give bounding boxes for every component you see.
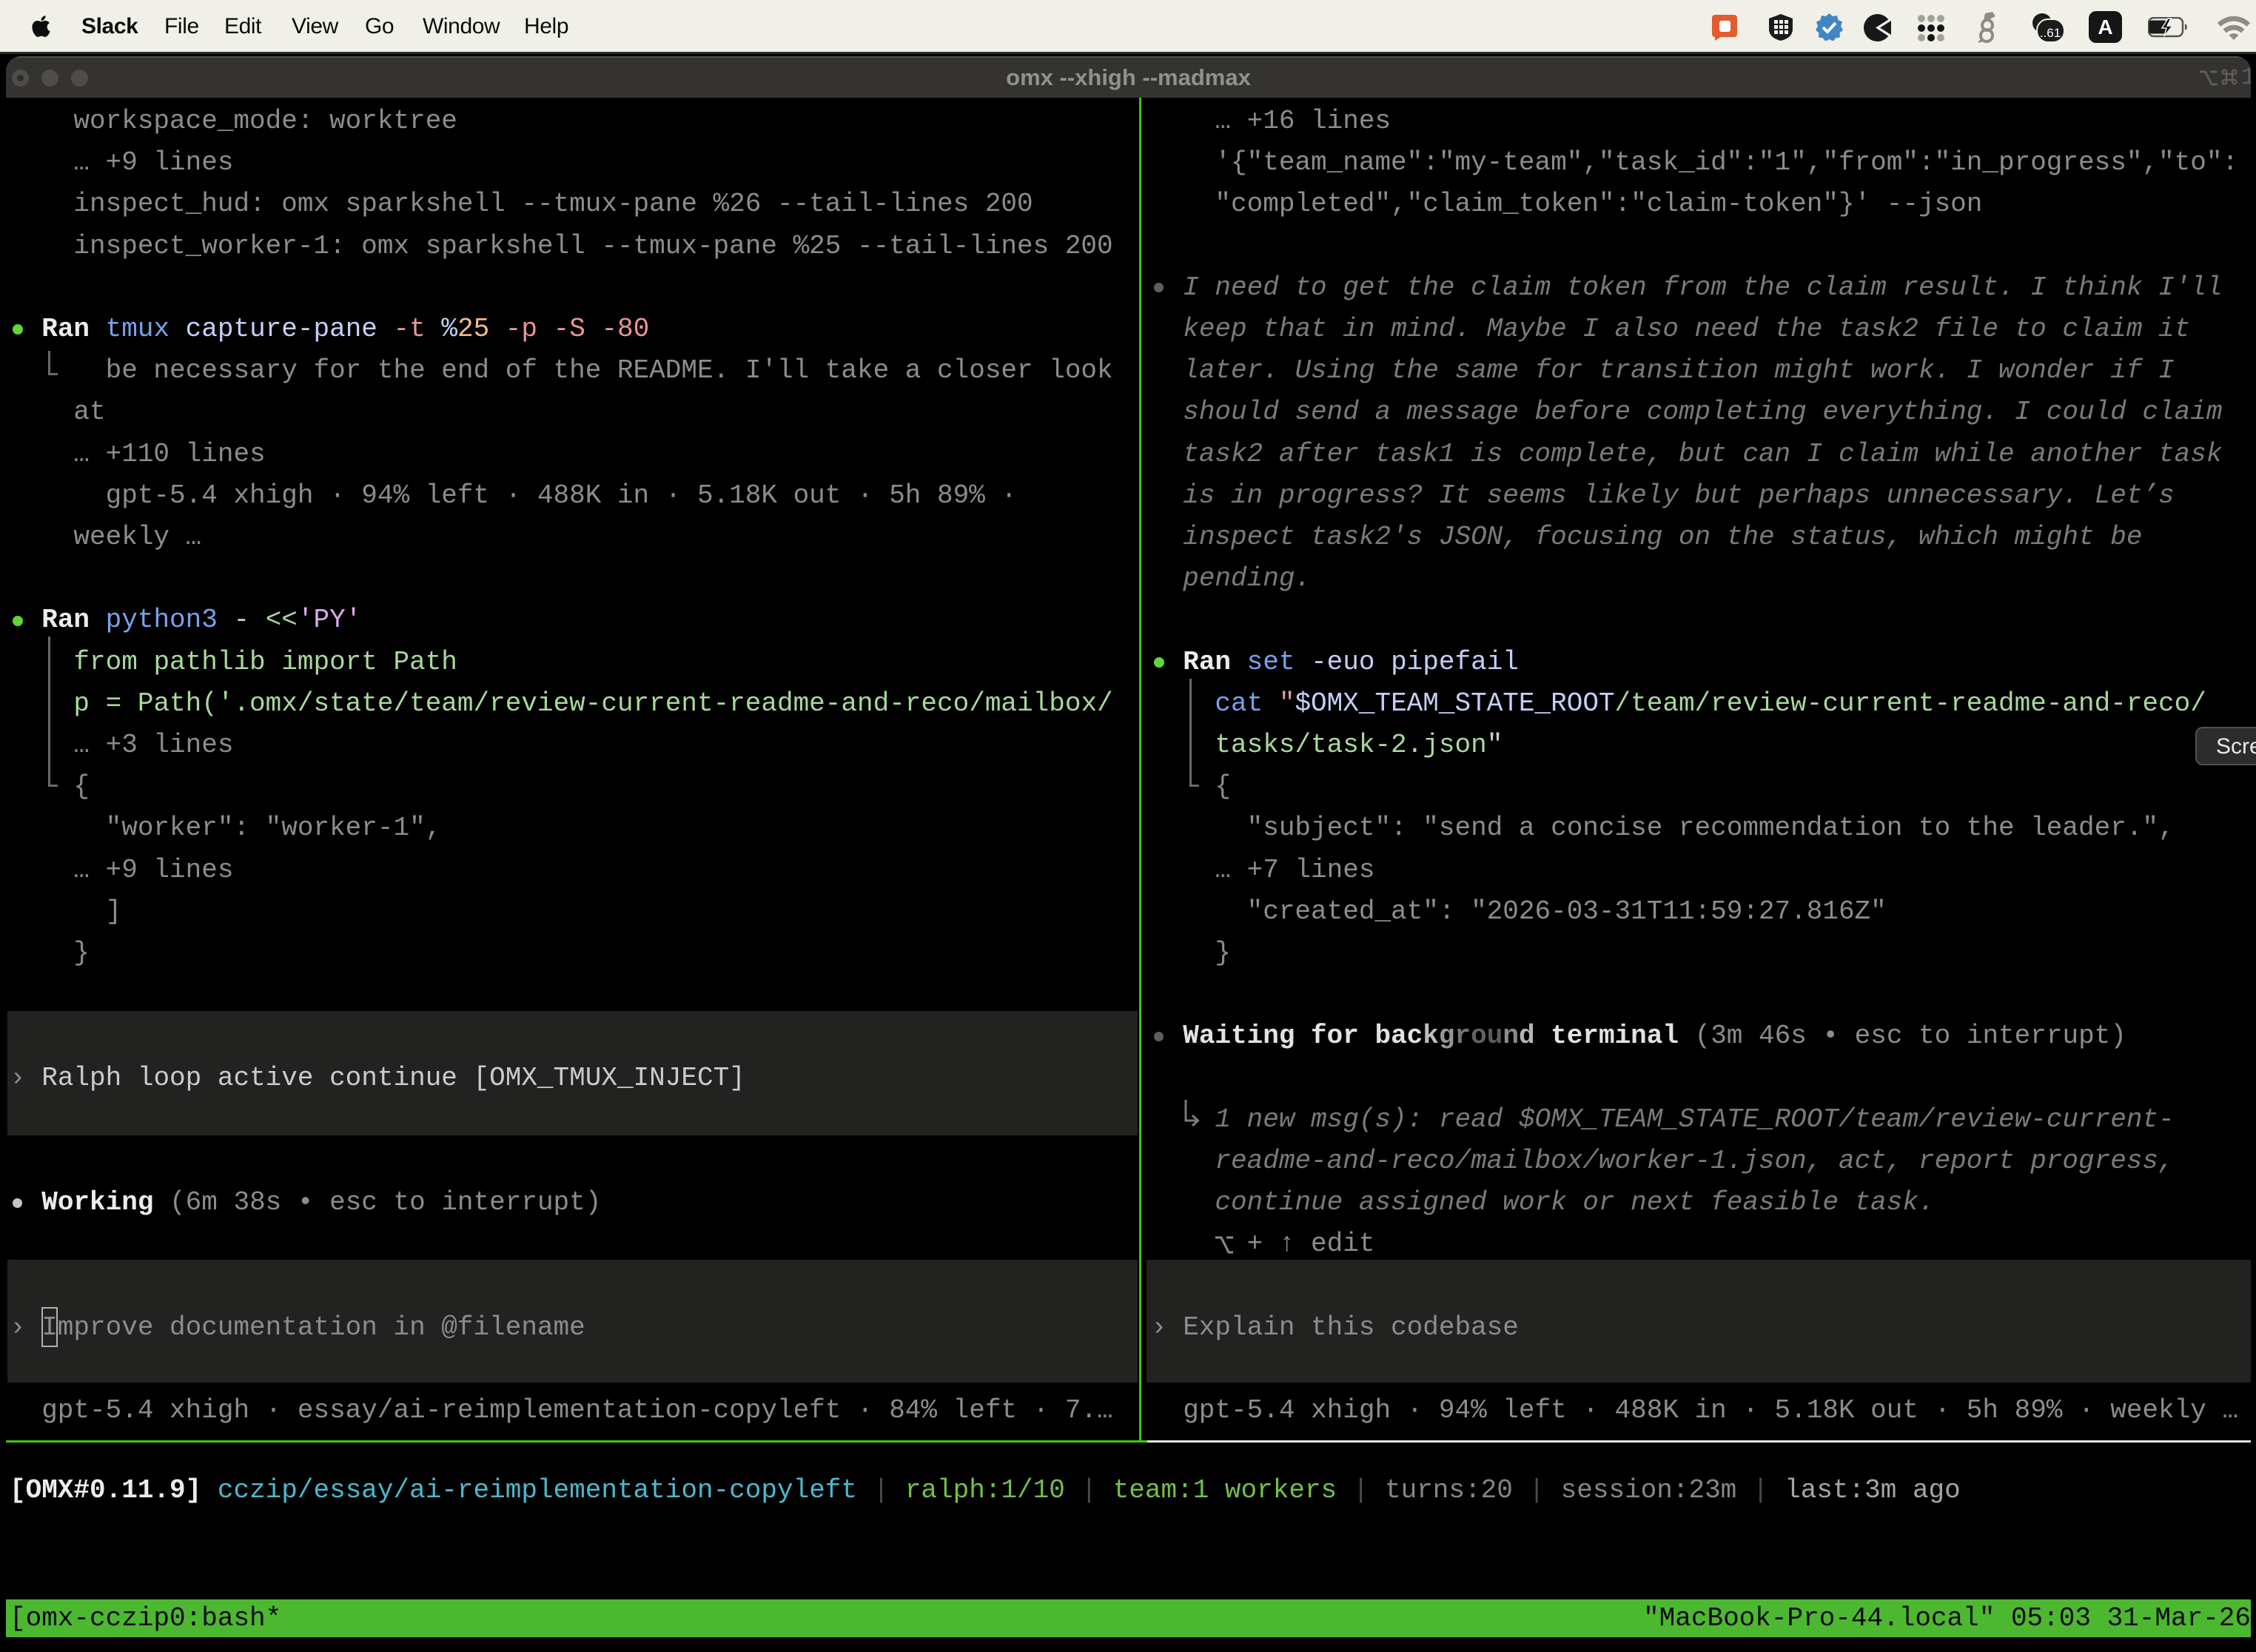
- svg-text:..61: ..61: [2040, 26, 2061, 40]
